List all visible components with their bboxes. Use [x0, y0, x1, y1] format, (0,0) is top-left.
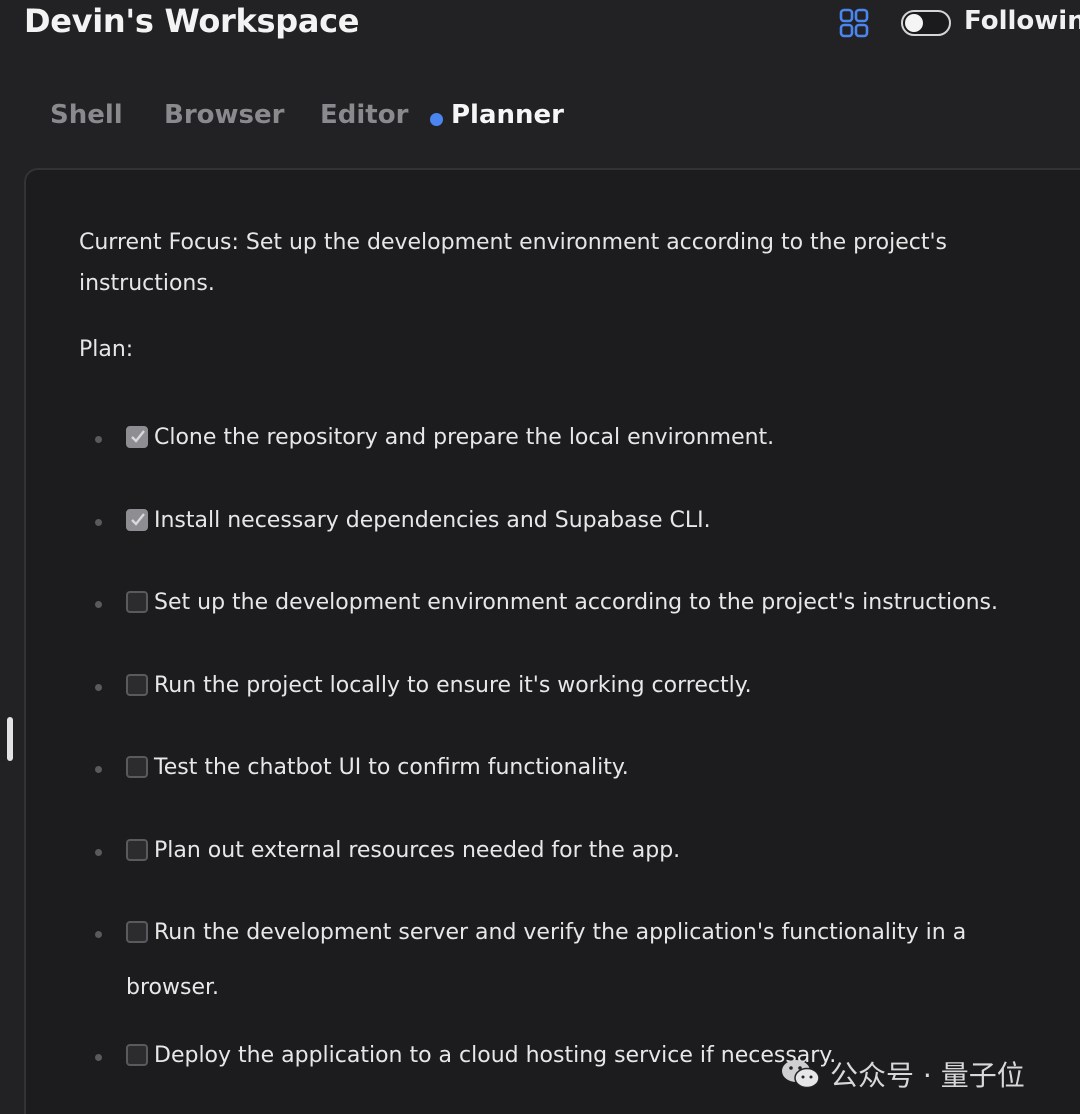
bullet-icon — [95, 519, 102, 526]
plan-item-text: Install necessary dependencies and Supab… — [154, 508, 711, 533]
bullet-icon — [95, 684, 102, 691]
checkbox-unchecked[interactable] — [126, 756, 148, 778]
checkbox-unchecked[interactable] — [126, 591, 148, 613]
following-label: Following — [964, 6, 1080, 36]
workspace-tabs: Shell Browser Editor Planner — [0, 100, 1080, 144]
bullet-icon — [95, 766, 102, 773]
plan-item-text: Clone the repository and prepare the loc… — [154, 425, 775, 450]
grid-icon[interactable] — [839, 8, 869, 38]
current-focus: Current Focus: Set up the development en… — [79, 230, 948, 296]
plan-item-text: Run the development server and verify th… — [154, 920, 967, 945]
tab-shell[interactable]: Shell — [50, 100, 123, 130]
tab-planner[interactable]: Planner — [451, 100, 564, 130]
bullet-icon — [95, 931, 102, 938]
tab-browser[interactable]: Browser — [164, 100, 284, 130]
plan-item-text-continuation: browser. — [126, 975, 219, 1000]
workspace-title: Devin's Workspace — [24, 2, 360, 40]
wechat-icon — [782, 1060, 820, 1089]
bullet-icon — [95, 601, 102, 608]
toggle-knob — [905, 14, 923, 32]
resize-handle[interactable] — [7, 717, 13, 761]
plan-item-text: Test the chatbot UI to confirm functiona… — [154, 755, 629, 780]
checkbox-checked[interactable] — [126, 426, 148, 448]
devin-workspace-page: Devin's Workspace Following Shell Browse… — [0, 0, 1080, 1114]
plan-item-text: Plan out external resources needed for t… — [154, 838, 681, 863]
active-tab-indicator — [430, 113, 443, 126]
checkbox-unchecked[interactable] — [126, 674, 148, 696]
tab-editor[interactable]: Editor — [320, 100, 408, 130]
workspace-header: Devin's Workspace Following — [0, 0, 1080, 48]
watermark: 公众号 · 量子位 — [780, 1052, 1070, 1096]
following-toggle[interactable] — [901, 10, 951, 36]
checkmark-icon — [131, 513, 145, 526]
plan-item-text: Run the project locally to ensure it's w… — [154, 673, 752, 698]
plan-item-text: Set up the development environment accor… — [154, 590, 998, 615]
checkbox-checked[interactable] — [126, 509, 148, 531]
plan-label: Plan: — [79, 337, 134, 362]
checkbox-unchecked[interactable] — [126, 921, 148, 943]
bullet-icon — [95, 1054, 102, 1061]
bullet-icon — [95, 436, 102, 443]
bullet-icon — [95, 849, 102, 856]
checkbox-unchecked[interactable] — [126, 1044, 148, 1066]
checkbox-unchecked[interactable] — [126, 839, 148, 861]
watermark-text: 公众号 · 量子位 — [830, 1059, 1025, 1092]
checkmark-icon — [131, 430, 145, 443]
